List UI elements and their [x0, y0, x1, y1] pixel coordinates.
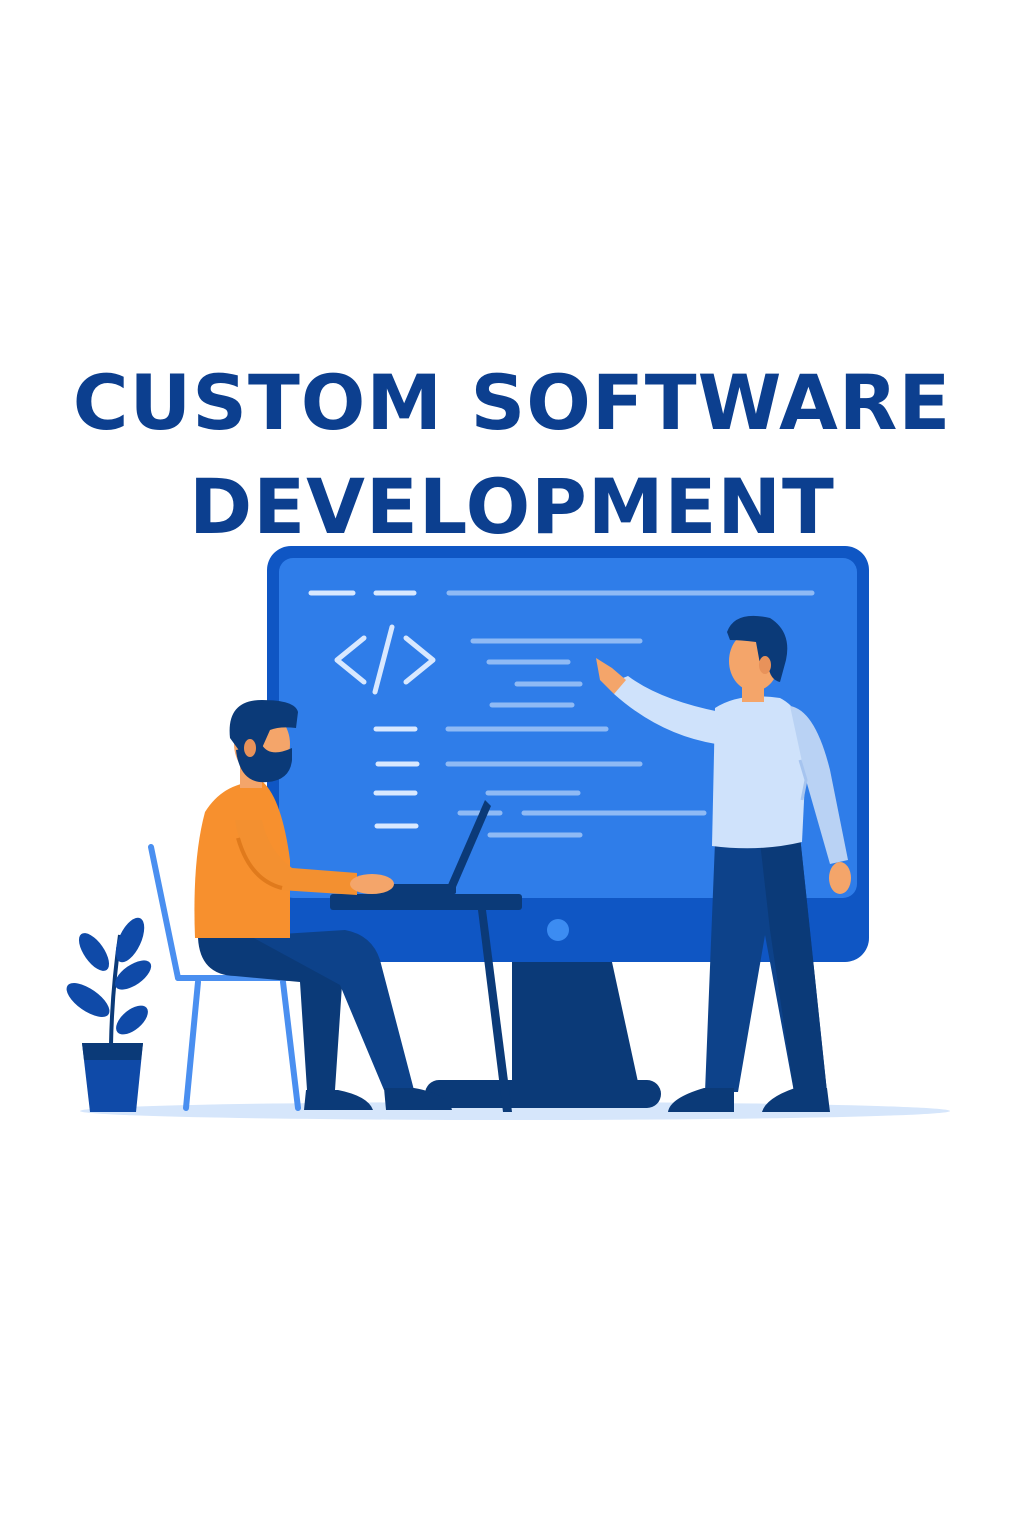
software-development-illustration — [66, 546, 950, 1120]
plant — [66, 917, 152, 1112]
monitor-power-dot — [547, 919, 569, 941]
monitor-base — [425, 1080, 661, 1108]
monitor-stand — [512, 962, 638, 1082]
